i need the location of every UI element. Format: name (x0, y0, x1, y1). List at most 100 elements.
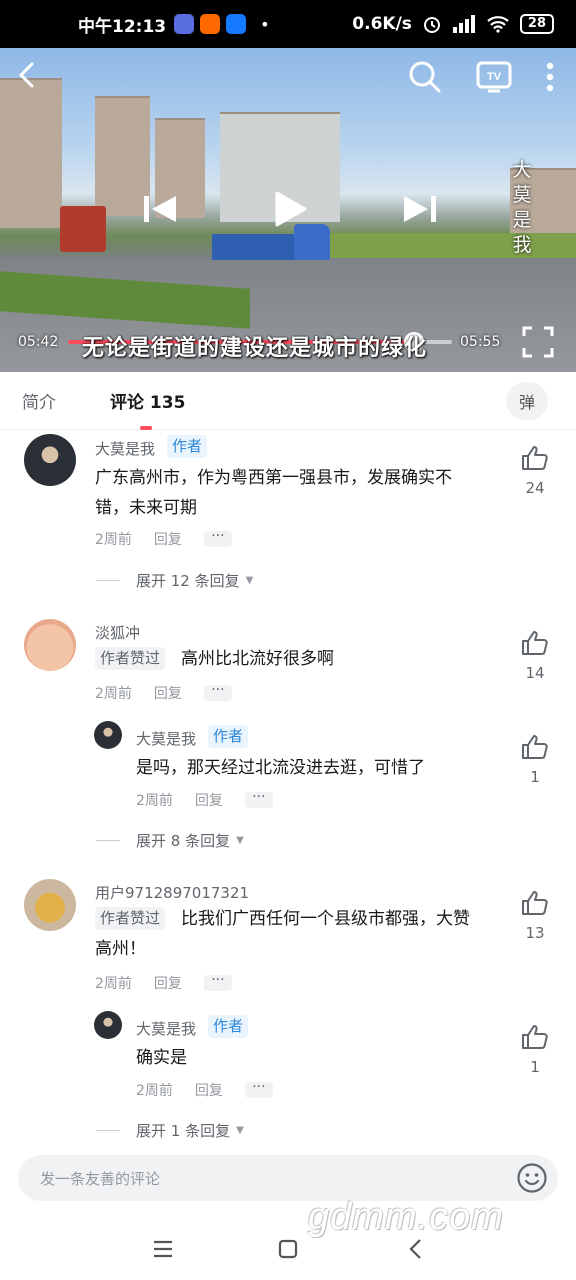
like-button[interactable]: 13 (520, 890, 550, 942)
side-char: 是 (512, 209, 532, 231)
battery-indicator: 28 (519, 14, 554, 34)
reply-time: 2周前 (136, 1083, 173, 1099)
more-options-icon[interactable]: ··· (203, 529, 232, 547)
emoji-icon[interactable] (516, 1162, 548, 1194)
previous-icon[interactable] (140, 192, 180, 226)
caret-down-icon: ▼ (236, 1125, 244, 1136)
expand-replies[interactable]: 展开 1 条回复 ▼ (96, 1120, 244, 1141)
comment-input[interactable]: 发一条友善的评论 (18, 1155, 558, 1201)
avatar[interactable] (94, 1011, 122, 1039)
current-time: 05:42 (18, 334, 59, 350)
status-time: 中午12:13 (78, 16, 167, 37)
play-icon[interactable] (273, 190, 307, 228)
expand-replies[interactable]: 展开 8 条回复 ▼ (96, 830, 244, 851)
back-icon[interactable] (402, 1234, 432, 1264)
expand-label: 展开 8 条回复 (136, 832, 231, 850)
status-bar: 中午12:13 • 0.6K/s 28 (0, 0, 576, 48)
like-count: 24 (525, 479, 545, 497)
avatar[interactable] (24, 434, 76, 486)
building (0, 78, 62, 228)
home-icon[interactable] (273, 1234, 303, 1264)
side-char: 莫 (512, 184, 532, 206)
reply-button[interactable]: 回复 (154, 529, 182, 549)
playback-controls (140, 190, 440, 228)
video-subtitle: 无论是街道的建设还是城市的绿化 (82, 336, 428, 361)
more-options-icon[interactable]: ··· (244, 790, 273, 808)
danmaku-toggle-button[interactable]: 弹 (506, 382, 548, 420)
reply-button[interactable]: 回复 (154, 973, 182, 993)
menu-icon[interactable] (148, 1234, 178, 1264)
comment-time: 2周前 (95, 532, 132, 548)
alipay-notification-icon (226, 14, 247, 34)
thumbs-up-icon (522, 1025, 548, 1049)
alarm-icon (423, 17, 440, 33)
author-badge: 作者 (208, 725, 249, 748)
avatar[interactable] (24, 879, 76, 931)
reply-button[interactable]: 回复 (195, 790, 223, 810)
red-truck (60, 206, 106, 252)
active-tab-indicator (140, 426, 152, 430)
like-button[interactable]: 1 (520, 1024, 550, 1076)
comment-meta: 2周前 回复 ··· (95, 529, 232, 549)
avatar[interactable] (24, 619, 76, 671)
search-icon[interactable] (408, 60, 442, 94)
comment-time: 2周前 (95, 976, 132, 992)
reply-button[interactable]: 回复 (195, 1080, 223, 1100)
thumbs-up-icon (522, 446, 548, 470)
like-count: 1 (530, 768, 540, 786)
like-count: 14 (525, 664, 545, 682)
thumbs-up-icon (522, 891, 548, 915)
like-count: 1 (530, 1058, 540, 1076)
video-side-text: 大 莫 是 我 (508, 158, 536, 258)
reply-text[interactable]: 确实是 (136, 1043, 187, 1073)
comment-username[interactable]: 用户9712897017321 (95, 882, 249, 903)
svg-text:TV: TV (487, 71, 502, 83)
expand-label: 展开 12 条回复 (136, 572, 240, 590)
comment-time: 2周前 (95, 686, 132, 702)
more-vertical-icon[interactable] (546, 62, 554, 92)
comment-text[interactable]: 比我们广西任何一个县级市都强，大赞 高州！ (95, 904, 505, 964)
wifi-icon (487, 16, 509, 33)
comment-username[interactable]: 大莫是我 (95, 438, 155, 459)
author-badge: 作者 (167, 435, 208, 458)
comment-text[interactable]: 高州比北流好很多啊 (181, 644, 334, 674)
expand-replies[interactable]: 展开 12 条回复 ▼ (96, 570, 253, 591)
more-options-icon[interactable]: ··· (203, 683, 232, 701)
like-button[interactable]: 24 (520, 445, 550, 497)
caret-down-icon: ▼ (245, 575, 254, 586)
fullscreen-icon[interactable] (522, 326, 554, 358)
mi-notification-icon (200, 14, 221, 34)
comment-text[interactable]: 广东高州市，作为粤西第一强县市，发展确实不 错，未来可期 (95, 463, 505, 523)
more-options-icon[interactable]: ··· (244, 1080, 273, 1098)
video-player[interactable]: TV 大 莫 是 我 05:42 无论是街道的建设还是城市的绿化 05:55 (0, 48, 576, 372)
tv-cast-icon[interactable]: TV (476, 61, 512, 93)
back-arrow-icon[interactable] (14, 60, 40, 90)
comment-meta: 2周前 回复 ··· (95, 973, 232, 993)
total-time: 05:55 (460, 334, 501, 350)
reply-username[interactable]: 大莫是我 (136, 728, 196, 749)
reply-meta: 2周前 回复 ··· (136, 1080, 273, 1100)
next-icon[interactable] (400, 192, 440, 226)
more-options-icon[interactable]: ··· (203, 973, 232, 991)
app-notification-icon (174, 14, 195, 34)
comment-line: 高州！ (95, 939, 146, 959)
system-nav-bar (0, 1220, 576, 1280)
reply-text[interactable]: 是吗，那天经过北流没进去逛，可惜了 (136, 753, 425, 783)
comment-username[interactable]: 淡狐冲 (95, 622, 140, 643)
comment-line: 错，未来可期 (95, 498, 197, 518)
like-count: 13 (525, 924, 545, 942)
like-button[interactable]: 1 (520, 734, 550, 786)
comment-input-placeholder: 发一条友善的评论 (40, 1170, 161, 1188)
tab-comments[interactable]: 评论 135 (110, 388, 185, 413)
tab-bar: 简介 评论 135 (0, 372, 576, 430)
like-button[interactable]: 14 (520, 630, 550, 682)
reply-username[interactable]: 大莫是我 (136, 1018, 196, 1039)
reply-button[interactable]: 回复 (154, 683, 182, 703)
tab-intro[interactable]: 简介 (22, 388, 56, 413)
reply-time: 2周前 (136, 793, 173, 809)
notification-icons (174, 14, 247, 34)
avatar[interactable] (94, 721, 122, 749)
reply-meta: 2周前 回复 ··· (136, 790, 273, 810)
side-char: 大 (512, 159, 532, 181)
thumbs-up-icon (522, 631, 548, 655)
